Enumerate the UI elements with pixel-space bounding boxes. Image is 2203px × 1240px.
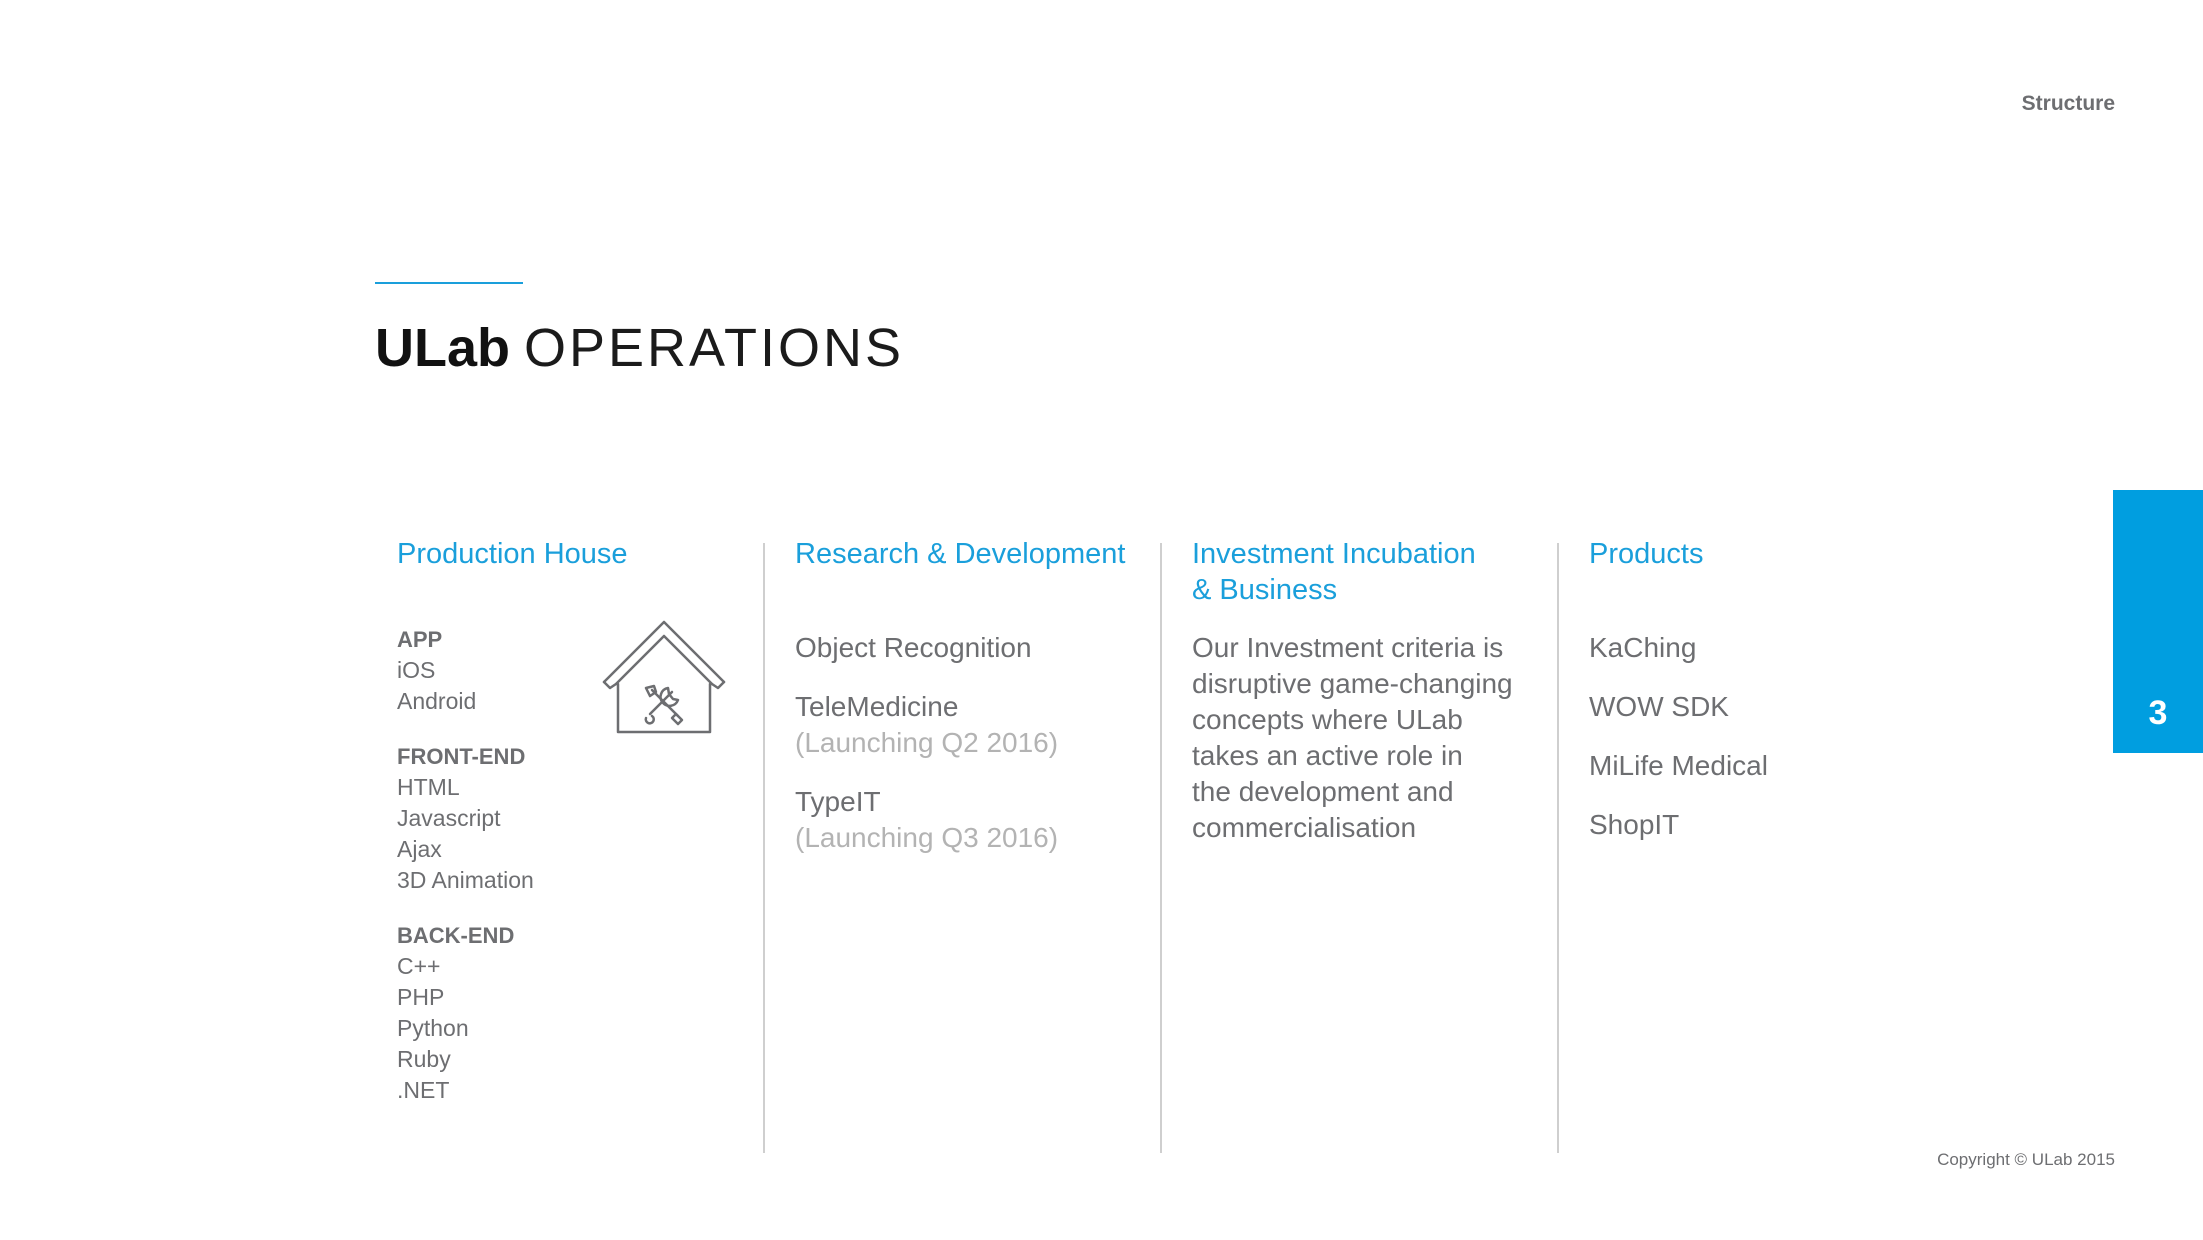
tech-group: BACK-END C++ PHP Python Ruby .NET (397, 920, 737, 1106)
products-heading: Products (1589, 538, 1704, 570)
tech-group-title: FRONT-END (397, 744, 526, 769)
tech-item: C++ (397, 953, 441, 979)
tech-item: Ajax (397, 836, 442, 862)
research-entry-title: Object Recognition (795, 632, 1032, 663)
page-number-tab: 3 (2113, 490, 2203, 753)
investment-column: Investment Incubation & Business Our Inv… (1192, 536, 1532, 846)
tech-item: Ruby (397, 1046, 451, 1072)
tech-group: FRONT-END HTML Javascript Ajax 3D Animation (397, 741, 737, 896)
page-number: 3 (2148, 694, 2168, 732)
tech-group-title: BACK-END (397, 923, 515, 948)
column-divider (763, 543, 765, 1153)
research-entry-status: (Launching Q2 2016) (795, 727, 1059, 758)
investment-line: the development and (1192, 776, 1454, 807)
products-column: Products KaChing WOW SDK MiLife Medical Sho… (1589, 536, 1929, 866)
title-accent-rule (375, 282, 523, 284)
copyright: Copyright © ULab 2015 (1937, 1150, 2115, 1169)
product-item: ShopIT (1589, 809, 1680, 840)
products-list: KaChing WOW SDK MiLife Medical ShopIT (1589, 630, 1929, 843)
investment-line: takes an active role in (1192, 740, 1463, 771)
tech-item: HTML (397, 774, 460, 800)
research-heading: Research & Development (795, 538, 1126, 570)
title-brand: ULab (375, 318, 510, 378)
investment-heading: Investment Incubation & Business (1192, 538, 1476, 606)
product-item: KaChing (1589, 632, 1697, 663)
investment-line: disruptive game-changing (1192, 668, 1513, 699)
investment-line: commercialisation (1192, 812, 1417, 843)
investment-description: Our Investment criteria is disruptive gam… (1192, 630, 1532, 846)
tech-item: 3D Animation (397, 867, 534, 893)
column-divider (1160, 543, 1162, 1153)
product-item: WOW SDK (1589, 691, 1729, 722)
research-entry-title: TypeIT (795, 786, 881, 817)
research-column: Research & Development Object Recognitio… (795, 536, 1135, 879)
research-entry-title: TeleMedicine (795, 691, 959, 722)
research-entry: Object Recognition (795, 630, 1135, 666)
investment-line: concepts where ULab (1192, 704, 1463, 735)
column-divider (1557, 543, 1559, 1153)
tech-item: Javascript (397, 805, 501, 831)
investment-line: Our Investment criteria is (1192, 632, 1504, 663)
research-entry: TypeIT (Launching Q3 2016) (795, 784, 1135, 856)
page-title: ULab OPERATIONS (375, 313, 904, 383)
research-entry-status: (Launching Q3 2016) (795, 822, 1059, 853)
tech-item: Python (397, 1015, 469, 1041)
research-entries: Object Recognition TeleMedicine (Launching… (795, 630, 1135, 856)
research-entry: TeleMedicine (Launching Q2 2016) (795, 689, 1135, 761)
product-item: MiLife Medical (1589, 750, 1768, 781)
house-tools-icon (602, 620, 726, 734)
section-label: Structure (2021, 92, 2115, 115)
tech-item: PHP (397, 984, 445, 1010)
title-operations: OPERATIONS (524, 318, 905, 378)
production-house-heading: Production House (397, 538, 628, 570)
tech-item: .NET (397, 1077, 450, 1103)
